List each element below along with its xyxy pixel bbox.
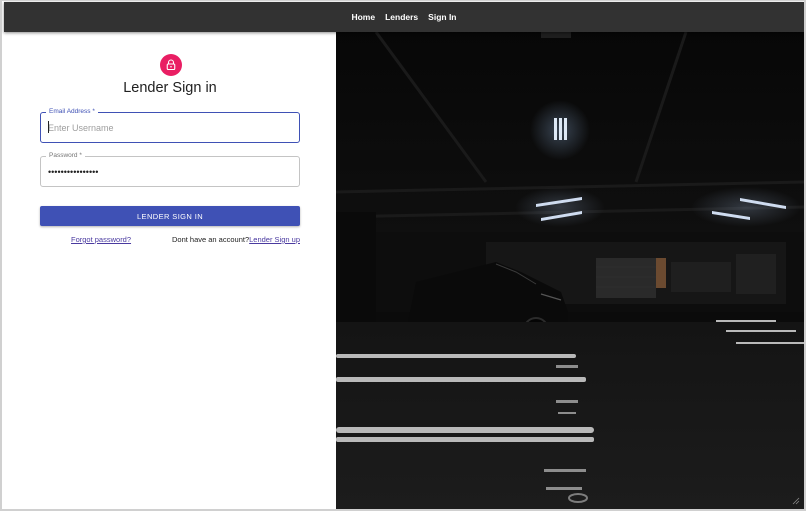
lock-icon [166, 59, 176, 71]
hero-image [336, 32, 804, 509]
forgot-password-link[interactable]: Forgot password? [71, 235, 131, 244]
signup-prompt-row: Dont have an account?Lender Sign up [172, 235, 300, 244]
password-field[interactable]: Password * [40, 152, 300, 187]
signin-form-panel: Lender Sign in Email Address * Password … [4, 32, 336, 509]
lender-signup-link[interactable]: Lender Sign up [249, 235, 300, 244]
lock-avatar [160, 54, 182, 76]
lender-signin-button[interactable]: Lender Sign In [40, 206, 300, 226]
password-input[interactable] [48, 164, 288, 179]
page-title: Lender Sign in [123, 80, 217, 96]
resize-grip-icon[interactable] [792, 497, 800, 505]
nav-home-link[interactable]: Home [351, 12, 375, 22]
nav-lenders-link[interactable]: Lenders [385, 12, 418, 22]
nav-signin-link[interactable]: Sign In [428, 12, 456, 22]
email-input[interactable] [48, 120, 288, 135]
browser-viewport: Home Lenders Sign In Lender Sign in Emai… [0, 0, 806, 511]
parking-garage-photo [336, 32, 804, 509]
signup-prompt-text: Dont have an account? [171, 235, 250, 244]
email-field-label: Email Address * [46, 108, 98, 116]
text-caret [48, 121, 49, 133]
email-field[interactable]: Email Address * [40, 108, 300, 143]
password-field-label: Password * [46, 152, 85, 160]
top-navbar: Home Lenders Sign In [4, 2, 804, 32]
